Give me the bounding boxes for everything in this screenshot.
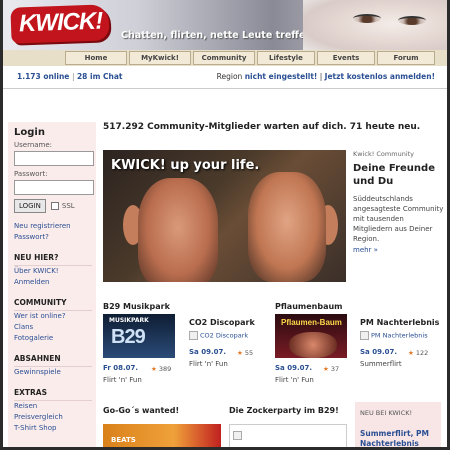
main-nav: Home MyKwick! Community Lifestyle Events…	[3, 50, 447, 66]
sidebar-item-price-compare[interactable]: Preisvergleich	[14, 412, 96, 423]
zocker-image-broken[interactable]	[229, 424, 347, 447]
photo-face	[138, 178, 218, 282]
event-subtitle: Flirt 'n' Fun	[275, 376, 314, 384]
event-date: Sa 09.07.	[275, 364, 313, 372]
password-input[interactable]	[14, 180, 94, 195]
nav-mykwick[interactable]: MyKwick!	[129, 51, 191, 65]
event-rating: ★ 389	[151, 365, 172, 373]
event-image-broken[interactable]: CO2 Discopark	[189, 331, 248, 340]
community-teaser: Kwick! Community Deine Freunde und Du Sü…	[353, 150, 445, 254]
online-count-link[interactable]: 1.173 online	[17, 72, 69, 81]
event-date: Fr 08.07.	[103, 364, 139, 372]
sidebar-heading: COMMUNITY	[14, 298, 67, 307]
thumb-logo-text: Pflaumen-Baum	[281, 318, 342, 327]
login-button[interactable]: LOGIN	[14, 199, 46, 213]
nav-lifestyle[interactable]: Lifestyle	[257, 51, 315, 65]
gogo-title[interactable]: Go-Go´s wanted!	[103, 406, 179, 415]
event-image-broken[interactable]: PM Nachterlebnis	[360, 331, 428, 340]
ssl-checkbox[interactable]	[50, 202, 59, 210]
sidebar-item-travel[interactable]: Reisen	[14, 401, 96, 412]
forgot-password-link[interactable]: Passwort?	[14, 232, 96, 243]
password-label: Passwort:	[14, 170, 48, 178]
thumb-logo-text: BEATS	[111, 436, 136, 444]
event-date: Sa 09.07.	[360, 348, 398, 356]
sidebar: Login Username: Passwort: LOGIN SSL Neu …	[8, 122, 96, 447]
page-headline: 517.292 Community-Mitglieder warten auf …	[103, 122, 421, 132]
teaser-text: Süddeutschlands angesagteste Community m…	[353, 195, 444, 243]
thumb-caption: MUSIKPARK	[109, 317, 149, 324]
event-subtitle: Flirt 'n' Fun	[189, 360, 228, 368]
star-icon: ★	[237, 349, 243, 357]
sidebar-item-signup[interactable]: Anmelden	[14, 277, 96, 288]
sidebar-item-shirt-shop[interactable]: T-Shirt Shop	[14, 423, 96, 434]
event-rating: ★ 55	[237, 349, 254, 357]
sidebar-heading: ABSAHNEN	[14, 354, 61, 363]
event-title[interactable]: CO2 Discopark	[189, 318, 255, 327]
header: KWICK! Chatten, flirten, nette Leute tre…	[3, 0, 447, 50]
thumb-logo-text: B29	[111, 326, 146, 348]
star-icon: ★	[408, 349, 414, 357]
star-icon: ★	[151, 365, 157, 373]
photo-face	[289, 332, 337, 358]
hero-banner-text: KWICK! up your life.	[111, 158, 260, 173]
chat-count-link[interactable]: 28 im Chat	[77, 72, 123, 81]
region-value-link[interactable]: nicht eingestellt!	[245, 72, 318, 81]
event-thumbnail[interactable]: Pflaumen-Baum	[275, 314, 347, 358]
event-title[interactable]: Pflaumenbaum	[275, 302, 343, 311]
sidebar-item-clans[interactable]: Clans	[14, 322, 96, 333]
sidebar-item-sweepstakes[interactable]: Gewinnspiele	[14, 367, 96, 378]
teaser-title: Deine Freunde und Du	[353, 163, 435, 187]
sidebar-item-gallery[interactable]: Fotogalerie	[14, 333, 96, 344]
event-rating: ★ 37	[323, 365, 340, 373]
online-status: 1.173 online | 28 im Chat	[17, 72, 123, 81]
event-date: Sa 09.07.	[189, 348, 227, 356]
new-at-kwick-box: NEU BEI KWICK! Summerflirt, PM Nachterle…	[355, 402, 441, 447]
tagline: Chatten, flirten, nette Leute treffen.	[121, 30, 316, 41]
event-subtitle: Summerflirt	[360, 360, 402, 368]
star-icon: ★	[323, 365, 329, 373]
nav-home[interactable]: Home	[65, 51, 127, 65]
browser-frame: KWICK! Chatten, flirten, nette Leute tre…	[0, 0, 450, 450]
new-kicker: NEU BEI KWICK!	[360, 409, 413, 417]
hero-photo[interactable]: KWICK! up your life.	[103, 150, 346, 282]
event-title[interactable]: PM Nachterlebnis	[360, 318, 439, 327]
sidebar-heading: EXTRAS	[14, 388, 48, 397]
region-bar: Region nicht eingestellt! | Jetzt kosten…	[217, 72, 435, 81]
sidebar-item-who-online[interactable]: Wer ist online?	[14, 311, 96, 322]
event-rating: ★ 122	[408, 349, 429, 357]
sidebar-heading: NEU HIER?	[14, 253, 59, 262]
eye-graphic	[353, 14, 381, 23]
login-title: Login	[14, 127, 45, 138]
eye-graphic	[398, 16, 426, 25]
zocker-title[interactable]: Die Zockerparty im B29!	[229, 406, 339, 415]
username-input[interactable]	[14, 151, 94, 166]
header-photo	[303, 0, 447, 50]
gogo-thumbnail[interactable]: BEATS	[103, 424, 221, 447]
nav-forum[interactable]: Forum	[377, 51, 435, 65]
username-label: Username:	[14, 141, 53, 149]
register-link[interactable]: Neu registrieren	[14, 221, 96, 232]
sidebar-item-about[interactable]: Über KWICK!	[14, 266, 96, 277]
event-title[interactable]: B29 Musikpark	[103, 302, 170, 311]
broken-image-icon	[233, 431, 242, 440]
nav-events[interactable]: Events	[317, 51, 375, 65]
broken-image-icon	[360, 331, 369, 340]
teaser-kicker: Kwick! Community	[353, 150, 415, 158]
event-thumbnail[interactable]: MUSIKPARK B29	[103, 314, 175, 358]
broken-image-icon	[189, 331, 198, 340]
nav-community[interactable]: Community	[193, 51, 255, 65]
signup-link[interactable]: Jetzt kostenlos anmelden!	[325, 72, 435, 81]
new-link[interactable]: Summerflirt, PM Nachterlebnis	[360, 429, 441, 447]
ssl-label: SSL	[61, 202, 75, 210]
teaser-more-link[interactable]: mehr »	[353, 246, 445, 254]
kwick-logo[interactable]: KWICK!	[10, 4, 110, 44]
event-subtitle: Flirt 'n' Fun	[103, 376, 142, 384]
photo-face	[248, 172, 326, 282]
login-row: LOGIN SSL	[14, 199, 96, 213]
divider	[3, 88, 447, 89]
region-prefix: Region	[216, 72, 243, 81]
